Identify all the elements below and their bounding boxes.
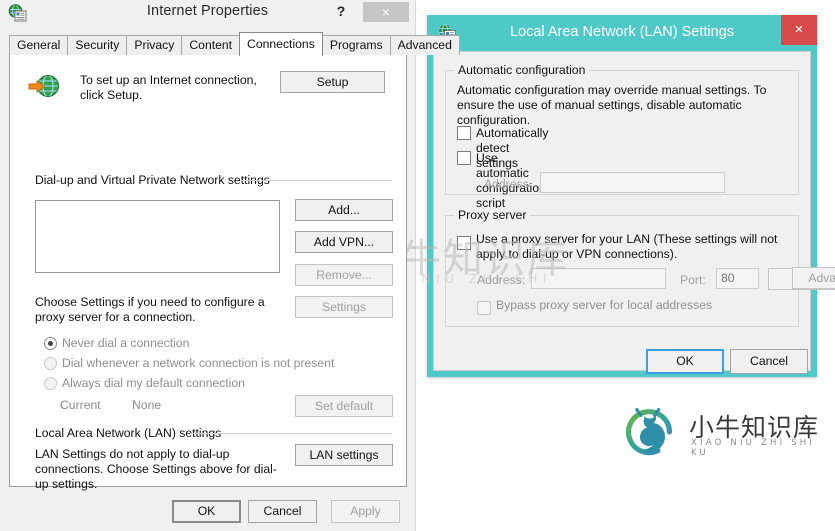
lan-group-text: LAN Settings do not apply to dial-up con… bbox=[35, 447, 277, 491]
radio-always-dial-label: Always dial my default connection bbox=[62, 376, 245, 390]
proxy-advanced-button: Advanced bbox=[792, 267, 835, 289]
lan-group-divider bbox=[190, 433, 392, 434]
watermark-small-text: 小牛知识库 bbox=[689, 413, 820, 442]
tab-programs[interactable]: Programs bbox=[321, 35, 391, 55]
current-connection-label: Current bbox=[60, 398, 101, 412]
proxy-server-label: Proxy server bbox=[454, 208, 531, 222]
auto-script-address-label: Address bbox=[484, 177, 529, 191]
tab-bar: General Security Privacy Content Connect… bbox=[9, 32, 460, 56]
tab-security[interactable]: Security bbox=[67, 35, 128, 55]
setup-description: To set up an Internet connection, click … bbox=[80, 73, 257, 102]
dialup-group-divider bbox=[242, 180, 392, 181]
tab-privacy[interactable]: Privacy bbox=[126, 35, 183, 55]
checkbox-bypass-local bbox=[477, 301, 491, 315]
set-default-button: Set default bbox=[295, 395, 393, 417]
close-button[interactable]: × bbox=[363, 2, 409, 22]
tab-general[interactable]: General bbox=[9, 35, 69, 55]
current-connection-value: None bbox=[132, 398, 162, 412]
automatic-configuration-label: Automatic configuration bbox=[454, 63, 590, 77]
add-button[interactable]: Add... bbox=[295, 199, 393, 221]
ok-button[interactable]: OK bbox=[172, 500, 241, 523]
proxy-hint-text: Choose Settings if you need to configure… bbox=[35, 295, 265, 324]
lan-close-button[interactable]: × bbox=[781, 15, 817, 45]
lan-ok-button[interactable]: OK bbox=[646, 349, 724, 374]
lan-settings-title: Local Area Network (LAN) Settings bbox=[509, 24, 735, 40]
auto-script-address-input[interactable] bbox=[540, 172, 725, 193]
proxy-port-input[interactable]: 80 bbox=[716, 268, 759, 289]
watermark-small-pinyin: XIAO NIU ZHI SHI KU bbox=[691, 438, 816, 458]
checkbox-use-proxy-label: Use a proxy server for your LAN (These s… bbox=[476, 232, 778, 261]
radio-never-dial-label: Never dial a connection bbox=[62, 336, 190, 350]
globe-arrow-icon bbox=[27, 73, 63, 103]
tab-connections[interactable]: Connections bbox=[239, 32, 323, 56]
connections-tab-panel: To set up an Internet connection, click … bbox=[9, 54, 407, 491]
internet-properties-titlebar: Internet Properties ? × bbox=[0, 0, 415, 27]
lan-settings-titlebar: Local Area Network (LAN) Settings × bbox=[427, 15, 817, 51]
setup-button[interactable]: Setup bbox=[280, 71, 385, 93]
proxy-server-group: Proxy server Use a proxy server for your… bbox=[445, 208, 835, 327]
radio-never-dial-indicator bbox=[44, 337, 57, 350]
proxy-address-input[interactable] bbox=[531, 268, 666, 289]
lan-cancel-button[interactable]: Cancel bbox=[730, 349, 808, 374]
remove-button: Remove... bbox=[295, 264, 393, 286]
apply-button: Apply bbox=[331, 500, 400, 523]
proxy-port-label: Port: bbox=[680, 273, 706, 287]
add-vpn-button[interactable]: Add VPN... bbox=[295, 231, 393, 253]
dialup-group-label: Dial-up and Virtual Private Network sett… bbox=[35, 173, 275, 187]
radio-always-dial-indicator bbox=[44, 377, 57, 390]
cancel-button[interactable]: Cancel bbox=[248, 500, 317, 523]
automatic-configuration-group: Automatic configuration Automatic config… bbox=[445, 63, 799, 210]
screenshot-root: Internet Properties ? × General Security… bbox=[0, 0, 835, 531]
proxy-address-label: Address: bbox=[477, 273, 526, 287]
tab-advanced[interactable]: Advanced bbox=[389, 35, 460, 55]
internet-properties-title: Internet Properties bbox=[146, 3, 269, 19]
lan-settings-dialog: Local Area Network (LAN) Settings × Auto… bbox=[427, 15, 835, 377]
lan-settings-button[interactable]: LAN settings bbox=[295, 444, 393, 466]
help-button[interactable]: ? bbox=[331, 1, 351, 21]
internet-properties-footer: OK Cancel Apply bbox=[0, 498, 416, 531]
tab-content[interactable]: Content bbox=[181, 35, 241, 55]
settings-button: Settings bbox=[295, 296, 393, 318]
internet-properties-window: Internet Properties ? × General Security… bbox=[0, 0, 460, 531]
radio-dial-when-needed-label: Dial whenever a network connection is no… bbox=[62, 356, 335, 370]
lan-settings-body: Automatic configuration Automatic config… bbox=[433, 51, 835, 374]
checkbox-use-proxy[interactable] bbox=[457, 236, 471, 250]
radio-dial-when-needed-indicator bbox=[44, 357, 57, 370]
checkbox-bypass-local-label: Bypass proxy server for local addresses bbox=[496, 298, 713, 312]
automatic-configuration-description: Automatic configuration may override man… bbox=[457, 83, 767, 127]
watermark-small: 小牛知识库 XIAO NIU ZHI SHI KU bbox=[617, 398, 822, 464]
checkbox-auto-detect[interactable] bbox=[457, 126, 471, 140]
checkbox-auto-script[interactable] bbox=[457, 151, 471, 165]
connections-listbox[interactable] bbox=[35, 200, 280, 273]
